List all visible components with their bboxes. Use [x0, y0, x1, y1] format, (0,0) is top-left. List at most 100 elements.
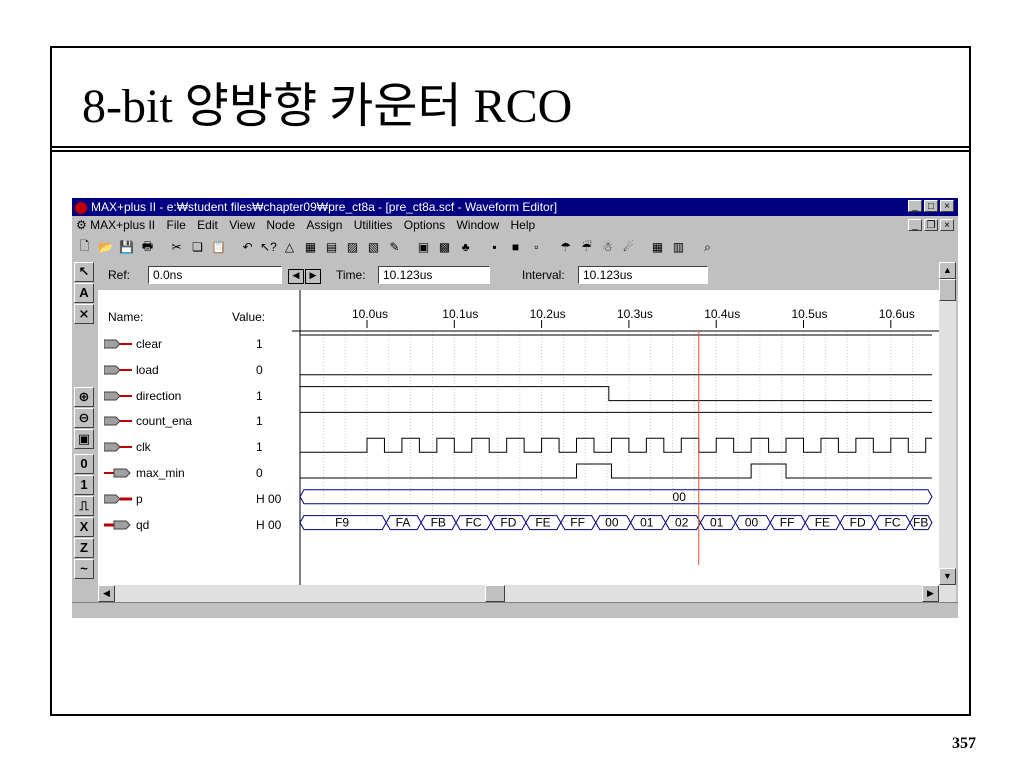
copy-icon[interactable]: ❏	[188, 238, 207, 257]
signal-name-row[interactable]: direction	[104, 386, 181, 406]
signal-value: 0	[256, 466, 263, 480]
open-folder-icon[interactable]: 📂	[96, 238, 115, 257]
time-tick-label: 10.2us	[530, 307, 566, 321]
menu-app[interactable]: ⚙ MAX+plus II	[72, 216, 159, 234]
find-node-ab-icon[interactable]: ☔	[577, 238, 596, 257]
paste-icon[interactable]: 📋	[209, 238, 228, 257]
menu-assign[interactable]: Assign	[302, 216, 346, 234]
signal-name-row[interactable]: clk	[104, 437, 151, 457]
waveform-editor: Ref: 0.0ns ◀ ▶ Time: 10.123us Interval: …	[98, 262, 956, 602]
scroll-up-icon[interactable]: ▲	[939, 262, 956, 279]
text-editor-icon[interactable]: ▧	[364, 238, 383, 257]
menu-utilities[interactable]: Utilities	[350, 216, 397, 234]
pointer-tool-icon[interactable]: ↖	[74, 262, 94, 282]
zoom-in-icon[interactable]: ⊕	[74, 387, 94, 407]
find-node-next-icon[interactable]: ☃	[598, 238, 617, 257]
programmer-icon[interactable]: ▪	[485, 238, 504, 257]
time-tick-label: 10.4us	[704, 307, 740, 321]
qd-bus-label: FE	[815, 516, 830, 530]
fit-window-icon[interactable]: ▣	[74, 429, 94, 449]
save-compile-icon[interactable]: ▫	[527, 238, 546, 257]
scroll-left-icon[interactable]: ◀	[98, 585, 115, 602]
selection-tool-icon[interactable]: ⨯	[74, 304, 94, 324]
close-button[interactable]: ×	[940, 200, 954, 212]
doc-close-button[interactable]: ×	[940, 219, 954, 231]
horizontal-scrollbar[interactable]: ◀ ▶	[98, 585, 939, 602]
signal-name: qd	[136, 517, 150, 532]
next-transition-icon[interactable]: ▶	[305, 269, 321, 284]
hscroll-thumb[interactable]	[485, 585, 505, 602]
menu-help[interactable]: Help	[507, 216, 540, 234]
simulator-icon[interactable]: ▩	[435, 238, 454, 257]
maximize-button[interactable]: □	[924, 200, 938, 212]
signal-name: p	[136, 491, 143, 506]
zoom-out-icon[interactable]: ⊖	[74, 408, 94, 428]
print-icon[interactable]: 🖶	[138, 238, 157, 257]
slide-title: 8-bit 양방향 카운터 RCO	[82, 80, 573, 133]
scroll-right-icon[interactable]: ▶	[922, 585, 939, 602]
save-check-icon[interactable]: ■	[506, 238, 525, 257]
qd-bus-label: 00	[745, 516, 759, 530]
waveform-canvas[interactable]: 10.0us 10.1us 10.2us 10.3us 10.4us 10.5us 10.6…	[292, 290, 939, 585]
qd-bus-label: FA	[396, 516, 411, 530]
input-pin-icon	[104, 339, 132, 349]
prev-transition-icon[interactable]: ◀	[288, 269, 304, 284]
signal-name-row[interactable]: max_min	[104, 463, 185, 483]
maxplus-app-icon[interactable]	[75, 201, 87, 214]
doc-minimize-button[interactable]: _	[908, 219, 922, 231]
symbol-editor-icon[interactable]: ▨	[343, 238, 362, 257]
floorplan-icon[interactable]: ▦	[301, 238, 320, 257]
text-tool-icon[interactable]: A	[74, 283, 94, 303]
signal-name-row[interactable]: clear	[104, 334, 162, 354]
signal-name: load	[136, 362, 159, 377]
minimize-button[interactable]: _	[908, 200, 922, 212]
clock-waveform-icon[interactable]: ⎍	[74, 496, 94, 516]
qd-bus-label: F9	[335, 516, 349, 530]
waveform-editor-icon[interactable]: ✎	[385, 238, 404, 257]
window-title: MAX+plus II - e:₩student files₩chapter09…	[91, 200, 558, 214]
dont-care-icon[interactable]: X	[74, 517, 94, 537]
vscroll-thumb[interactable]	[939, 279, 956, 301]
zoom-fit-icon[interactable]: ⌕	[698, 238, 717, 257]
p-bus-label: 00	[673, 490, 687, 504]
graphic-editor-icon[interactable]: ▤	[322, 238, 341, 257]
menu-options[interactable]: Options	[400, 216, 449, 234]
ref-field[interactable]: 0.0ns	[148, 266, 282, 284]
signal-name-row[interactable]: p	[104, 489, 143, 509]
doc-icon: ⚙	[76, 218, 87, 232]
grid-snap-icon[interactable]: ▥	[669, 238, 688, 257]
signal-name: max_min	[136, 466, 185, 480]
save-icon[interactable]: 💾	[117, 238, 136, 257]
menu-view[interactable]: View	[225, 216, 259, 234]
force-high-icon[interactable]: 1	[74, 475, 94, 495]
undo-icon[interactable]: ↶	[238, 238, 257, 257]
signal-name-row[interactable]: load	[104, 360, 159, 380]
high-z-icon[interactable]: Z	[74, 538, 94, 558]
doc-restore-button[interactable]: ❐	[924, 219, 938, 231]
signal-value: 0	[256, 362, 263, 377]
menu-edit[interactable]: Edit	[193, 216, 222, 234]
vertical-scrollbar[interactable]: ▲ ▼	[939, 262, 956, 602]
invert-icon[interactable]: ~	[74, 559, 94, 579]
scroll-down-icon[interactable]: ▼	[939, 568, 956, 585]
menu-window[interactable]: Window	[452, 216, 503, 234]
grid-icon[interactable]: ▦	[648, 238, 667, 257]
qd-bus-label: FE	[535, 516, 550, 530]
compiler-icon[interactable]: ▣	[414, 238, 433, 257]
timing-analyzer-icon[interactable]: ♣	[456, 238, 475, 257]
menu-node[interactable]: Node	[262, 216, 299, 234]
qd-bus-label: FB	[431, 516, 446, 530]
context-help-icon[interactable]: ↖?	[259, 238, 278, 257]
hierarchy-icon[interactable]: △	[280, 238, 299, 257]
cut-icon[interactable]: ✂	[167, 238, 186, 257]
force-low-icon[interactable]: 0	[74, 454, 94, 474]
menu-file[interactable]: File	[162, 216, 189, 234]
signal-name-row[interactable]: qd	[104, 515, 149, 535]
find-clear-icon[interactable]: ☄	[619, 238, 638, 257]
signal-name-row[interactable]: count_ena	[104, 411, 192, 431]
interval-label: Interval:	[522, 268, 565, 282]
find-node-icon[interactable]: ☂	[556, 238, 575, 257]
interval-field[interactable]: 10.123us	[578, 266, 708, 284]
new-file-icon[interactable]: 🗋	[75, 238, 94, 257]
time-field[interactable]: 10.123us	[378, 266, 490, 284]
